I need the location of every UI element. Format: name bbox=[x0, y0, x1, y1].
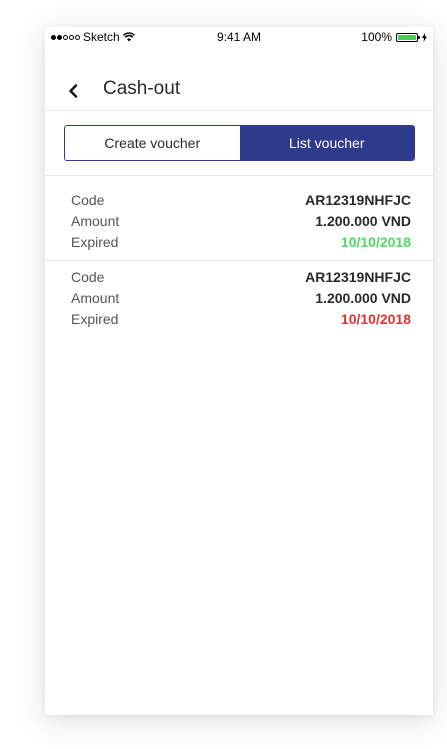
status-bar: Sketch 9:41 AM 100% bbox=[45, 27, 433, 47]
code-value: AR12319NHFJC bbox=[305, 268, 411, 285]
divider bbox=[45, 110, 433, 111]
nav-bar: Cash-out bbox=[45, 71, 433, 111]
voucher-item[interactable]: Code AR12319NHFJC Amount 1.200.000 VND E… bbox=[45, 266, 433, 346]
code-label: Code bbox=[71, 268, 105, 285]
voucher-tabs: Create voucher List voucher bbox=[64, 125, 415, 161]
voucher-amount-row: Amount 1.200.000 VND bbox=[71, 210, 411, 231]
back-button[interactable] bbox=[63, 78, 83, 104]
voucher-code-row: Code AR12319NHFJC bbox=[71, 266, 411, 287]
amount-label: Amount bbox=[71, 289, 120, 306]
expired-date: 10/10/2018 bbox=[340, 233, 411, 250]
phone-screen: Sketch 9:41 AM 100% Cash-out Create vouc… bbox=[45, 27, 433, 715]
amount-label: Amount bbox=[71, 212, 120, 229]
tab-create-voucher[interactable]: Create voucher bbox=[65, 126, 240, 160]
amount-value: 1.200.000 VND bbox=[315, 212, 411, 229]
code-value: AR12319NHFJC bbox=[305, 191, 411, 208]
voucher-expired-row: Expired 10/10/2018 bbox=[71, 308, 411, 329]
chevron-left-icon bbox=[69, 84, 78, 98]
divider bbox=[45, 175, 433, 176]
voucher-expired-row: Expired 10/10/2018 bbox=[71, 231, 411, 252]
status-right: 100% bbox=[361, 30, 427, 44]
voucher-code-row: Code AR12319NHFJC bbox=[71, 189, 411, 210]
voucher-item[interactable]: Code AR12319NHFJC Amount 1.200.000 VND E… bbox=[45, 189, 433, 269]
expired-date: 10/10/2018 bbox=[340, 310, 411, 327]
divider bbox=[45, 260, 433, 261]
tab-list-voucher[interactable]: List voucher bbox=[239, 126, 414, 160]
battery-icon bbox=[396, 32, 420, 42]
page-title: Cash-out bbox=[103, 78, 181, 99]
expired-label: Expired bbox=[71, 310, 119, 327]
expired-label: Expired bbox=[71, 233, 119, 250]
battery-percent: 100% bbox=[361, 30, 392, 44]
bolt-icon bbox=[422, 32, 427, 42]
code-label: Code bbox=[71, 191, 105, 208]
voucher-amount-row: Amount 1.200.000 VND bbox=[71, 287, 411, 308]
amount-value: 1.200.000 VND bbox=[315, 289, 411, 306]
